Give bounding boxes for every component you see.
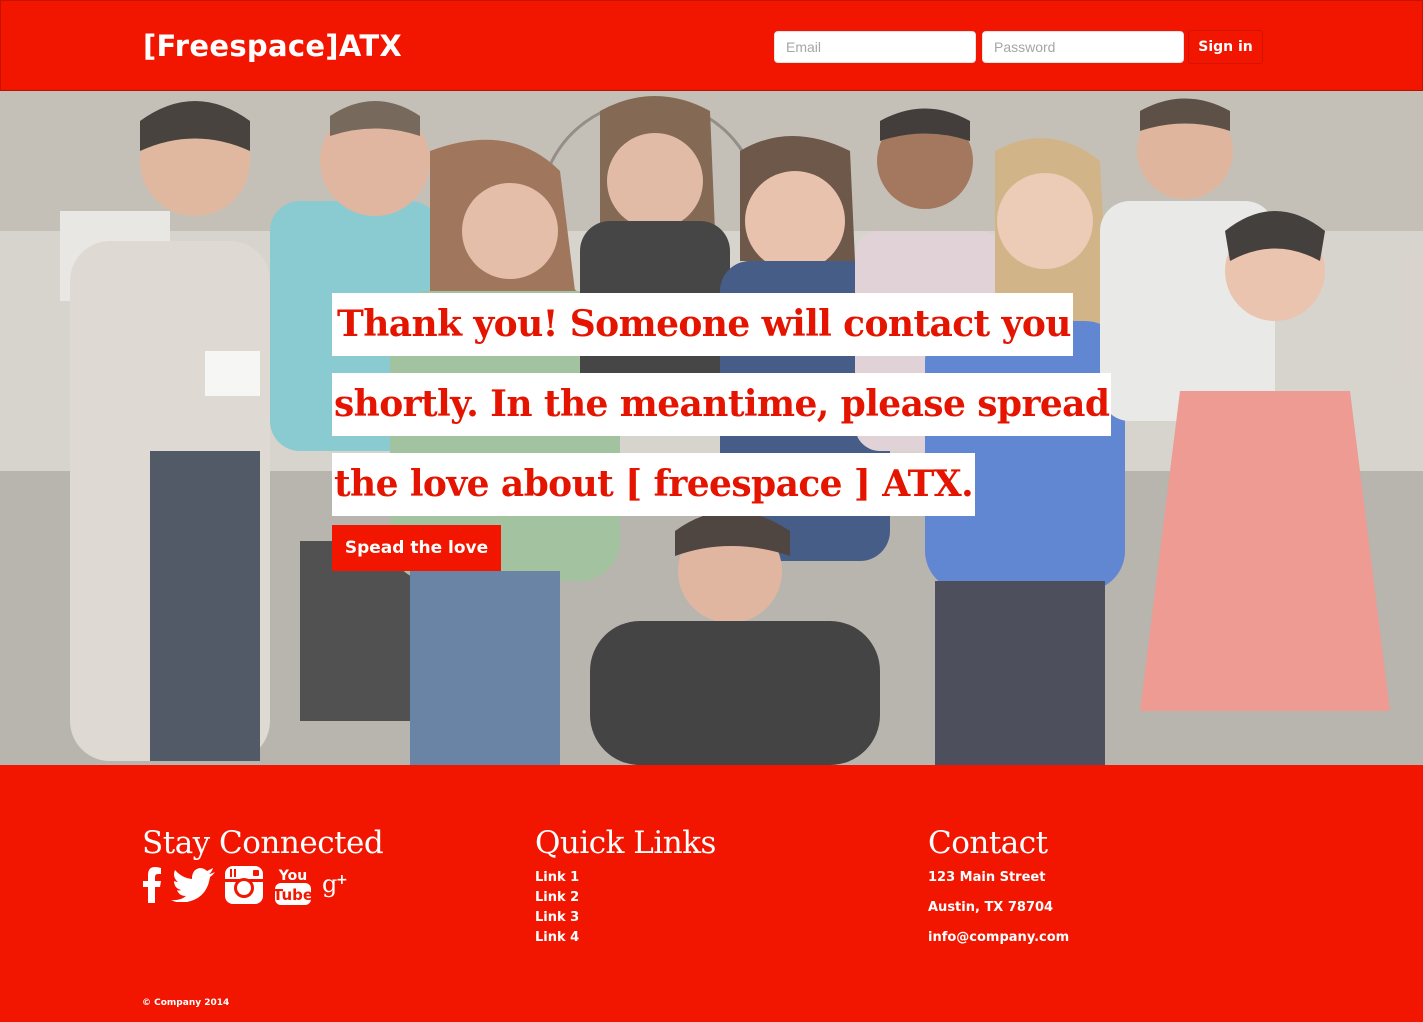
contact-column: Contact <box>928 823 1048 863</box>
quick-link-1[interactable]: Link 1 <box>535 868 579 888</box>
social-icons: You Tube g + <box>142 865 359 910</box>
facebook-icon[interactable] <box>142 867 162 908</box>
footer: Stay Connected You Tube g + Quick Links … <box>0 765 1423 1022</box>
twitter-icon[interactable] <box>171 868 215 907</box>
spread-the-love-button[interactable]: Spead the love <box>332 525 501 571</box>
quick-link-3[interactable]: Link 3 <box>535 908 579 928</box>
stay-connected-column: Stay Connected <box>142 823 384 863</box>
message-line-3: the love about [ freespace ] ATX. <box>332 453 976 516</box>
quick-links-heading: Quick Links <box>535 825 716 861</box>
svg-text:Tube: Tube <box>273 886 313 904</box>
brand-logo[interactable]: [Freespace]ATX <box>143 29 402 63</box>
contact-city: Austin, TX 78704 <box>928 900 1054 915</box>
contact-email-link[interactable]: info@company.com <box>928 930 1069 945</box>
contact-street: 123 Main Street <box>928 870 1046 885</box>
youtube-icon[interactable]: You Tube <box>273 865 313 910</box>
contact-heading: Contact <box>928 825 1048 861</box>
quick-link-4[interactable]: Link 4 <box>535 928 579 948</box>
email-input[interactable] <box>774 31 976 63</box>
password-input[interactable] <box>982 31 1184 63</box>
svg-text:+: + <box>336 872 348 888</box>
contact-details: 123 Main Street Austin, TX 78704 info@co… <box>928 868 1069 958</box>
instagram-icon[interactable] <box>224 865 264 910</box>
svg-text:You: You <box>278 868 307 884</box>
message-line-1: Thank you! Someone will contact you <box>332 293 1073 356</box>
hero-section: Thank you! Someone will contact you shor… <box>0 91 1423 765</box>
stay-connected-heading: Stay Connected <box>142 825 384 861</box>
quick-links-column: Quick Links <box>535 823 716 863</box>
top-navbar: [Freespace]ATX Sign in <box>0 0 1423 91</box>
copyright-text: © Company 2014 <box>142 998 230 1008</box>
message-line-2: shortly. In the meantime, please spread <box>332 373 1112 436</box>
sign-in-button[interactable]: Sign in <box>1188 30 1263 64</box>
google-plus-icon[interactable]: g + <box>322 870 350 905</box>
quick-links-list: Link 1 Link 2 Link 3 Link 4 <box>535 868 579 948</box>
quick-link-2[interactable]: Link 2 <box>535 888 579 908</box>
